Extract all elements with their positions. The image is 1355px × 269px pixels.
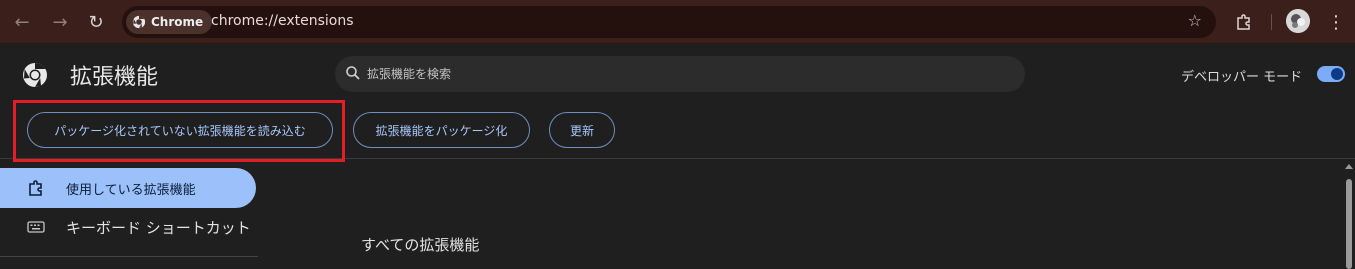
extension-puzzle-icon: [26, 178, 46, 198]
page-scrollbar[interactable]: [1343, 162, 1355, 269]
profile-avatar[interactable]: [1286, 9, 1310, 33]
scroll-up-arrow-icon[interactable]: [1345, 164, 1353, 169]
address-bar[interactable]: Chrome chrome://extensions ☆: [122, 6, 1216, 38]
forward-button[interactable]: →: [46, 8, 74, 36]
sidebar-item-label: 使用している拡張機能: [66, 182, 196, 198]
all-extensions-heading: すべての拡張機能: [361, 236, 480, 254]
more-vert-icon: ⋮: [1327, 11, 1345, 33]
site-info-chip[interactable]: Chrome: [126, 10, 213, 34]
chrome-menu-button[interactable]: ⋮: [1322, 8, 1350, 36]
red-highlight-annotation: [13, 100, 345, 162]
url-text[interactable]: chrome://extensions: [211, 13, 354, 29]
extensions-menu-button[interactable]: [1230, 8, 1258, 36]
chrome-logo-icon: [23, 62, 47, 87]
sidebar-item-label: キーボード ショートカット: [66, 218, 251, 237]
sidebar-item-keyboard-shortcuts[interactable]: キーボード ショートカット: [0, 207, 256, 247]
search-icon: [346, 66, 360, 80]
forward-arrow-icon: →: [52, 11, 68, 33]
sidebar-divider: [0, 256, 258, 257]
back-button[interactable]: ←: [8, 8, 36, 36]
chrome-logo-icon: [132, 15, 146, 29]
bookmark-star-icon[interactable]: ☆: [1188, 11, 1202, 30]
page-title: 拡張機能: [70, 65, 159, 90]
reload-button[interactable]: ↻: [82, 8, 110, 36]
developer-mode-toggle[interactable]: [1317, 66, 1345, 82]
reload-icon: ↻: [88, 11, 104, 33]
avatar-image-icon: [1286, 9, 1310, 33]
search-box[interactable]: [335, 56, 1025, 92]
developer-mode-label: デベロッパー モード: [1181, 70, 1303, 85]
toggle-knob: [1331, 68, 1343, 80]
toolbar-separator: [1271, 14, 1272, 30]
extensions-header: 拡張機能 デベロッパー モード: [0, 45, 1355, 101]
back-arrow-icon: ←: [14, 11, 30, 33]
site-chip-label: Chrome: [151, 15, 204, 29]
keyboard-icon: [26, 217, 46, 237]
update-button[interactable]: 更新: [549, 112, 615, 148]
sidebar-item-my-extensions[interactable]: 使用している拡張機能: [0, 168, 256, 208]
search-input[interactable]: [367, 56, 1007, 92]
pack-extension-button[interactable]: 拡張機能をパッケージ化: [353, 112, 530, 148]
scrollbar-thumb[interactable]: [1346, 179, 1352, 269]
browser-toolbar: ← → ↻ Chrome chrome://extensions ☆ ⋮: [0, 0, 1355, 44]
puzzle-icon: [1237, 14, 1250, 30]
